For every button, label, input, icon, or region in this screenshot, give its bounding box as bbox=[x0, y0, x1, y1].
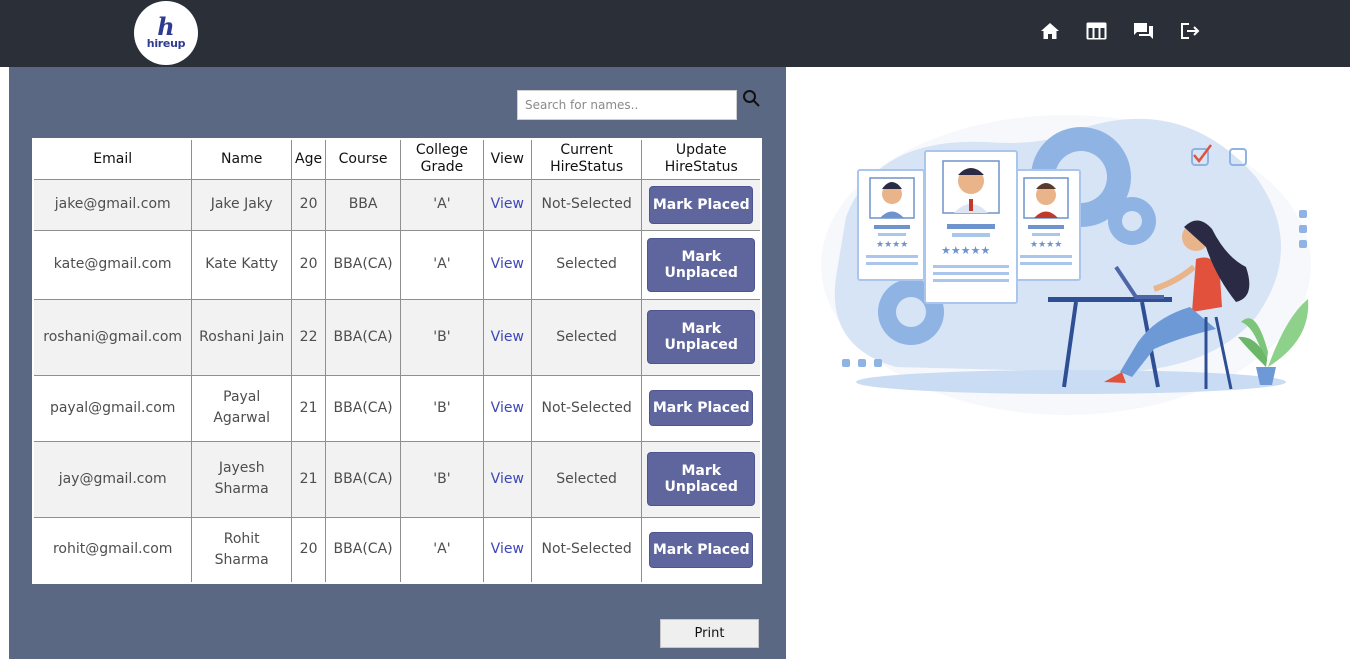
col-header-email: Email bbox=[32, 138, 193, 180]
table-icon[interactable] bbox=[1085, 20, 1108, 42]
resume-cards: ★★★★ ★★★★ ★★★★★ bbox=[857, 150, 1081, 304]
cell-name: Kate Katty bbox=[191, 229, 293, 300]
cell-age: 20 bbox=[291, 229, 327, 300]
col-header-name: Name bbox=[191, 138, 293, 180]
cell-update: Mark Placed bbox=[641, 374, 762, 442]
cell-grade: 'A' bbox=[400, 516, 484, 584]
cell-name: Jayesh Sharma bbox=[191, 440, 293, 518]
cell-name: Jake Jaky bbox=[191, 178, 293, 231]
cell-update: Mark Unplaced bbox=[641, 440, 762, 518]
cell-grade: 'A' bbox=[400, 178, 484, 231]
students-table: Email Name Age Course College Grade View… bbox=[32, 138, 762, 584]
svg-text:★★★★: ★★★★ bbox=[876, 240, 908, 250]
cell-status: Selected bbox=[530, 298, 643, 376]
cell-view: View bbox=[482, 440, 532, 518]
cell-grade: 'A' bbox=[400, 229, 484, 300]
top-navbar: h hireup bbox=[0, 0, 1350, 67]
cell-name: Rohit Sharma bbox=[191, 516, 293, 584]
cell-age: 20 bbox=[291, 516, 327, 584]
logo-mark: h bbox=[157, 12, 175, 41]
search-icon[interactable] bbox=[742, 89, 762, 109]
cell-grade: 'B' bbox=[400, 298, 484, 376]
cell-grade: 'B' bbox=[400, 440, 484, 518]
table-row: roshani@gmail.com Roshani Jain 22 BBA(CA… bbox=[32, 298, 762, 376]
logout-icon[interactable] bbox=[1179, 20, 1202, 42]
cell-view: View bbox=[482, 178, 532, 231]
hireup-logo[interactable]: h hireup bbox=[134, 1, 198, 65]
cell-age: 21 bbox=[291, 440, 327, 518]
view-link[interactable]: View bbox=[491, 329, 524, 345]
table-row: jake@gmail.com Jake Jaky 20 BBA 'A' View… bbox=[32, 178, 762, 231]
col-header-age: Age bbox=[291, 138, 327, 180]
cell-email: rohit@gmail.com bbox=[32, 516, 193, 584]
cell-view: View bbox=[482, 229, 532, 300]
cell-age: 21 bbox=[291, 374, 327, 442]
mark-unplaced-button[interactable]: Mark Unplaced bbox=[647, 310, 756, 364]
cell-email: kate@gmail.com bbox=[32, 229, 193, 300]
cell-status: Selected bbox=[530, 440, 643, 518]
cell-course: BBA bbox=[325, 178, 402, 231]
nav-icons bbox=[1038, 20, 1202, 42]
col-header-status: Current HireStatus bbox=[530, 138, 643, 180]
cell-course: BBA(CA) bbox=[325, 298, 402, 376]
cell-course: BBA(CA) bbox=[325, 374, 402, 442]
print-button[interactable]: Print bbox=[660, 619, 759, 648]
col-header-update: Update HireStatus bbox=[641, 138, 762, 180]
table-row: rohit@gmail.com Rohit Sharma 20 BBA(CA) … bbox=[32, 516, 762, 584]
left-edge bbox=[0, 67, 9, 659]
cell-status: Not-Selected bbox=[530, 374, 643, 442]
cell-course: BBA(CA) bbox=[325, 440, 402, 518]
cell-course: BBA(CA) bbox=[325, 516, 402, 584]
hiring-illustration: ★★★★ ★★★★ ★★★★★ bbox=[821, 115, 1311, 415]
cell-status: Selected bbox=[530, 229, 643, 300]
cell-email: roshani@gmail.com bbox=[32, 298, 193, 376]
cell-update: Mark Unplaced bbox=[641, 229, 762, 300]
view-link[interactable]: View bbox=[491, 256, 524, 272]
mark-unplaced-button[interactable]: Mark Unplaced bbox=[647, 452, 756, 506]
svg-text:★★★★: ★★★★ bbox=[1030, 240, 1062, 250]
cell-email: jake@gmail.com bbox=[32, 178, 193, 231]
cell-age: 22 bbox=[291, 298, 327, 376]
cell-course: BBA(CA) bbox=[325, 229, 402, 300]
chat-icon[interactable] bbox=[1132, 20, 1155, 42]
cell-name: Payal Agarwal bbox=[191, 374, 293, 442]
cell-name: Roshani Jain bbox=[191, 298, 293, 376]
cell-status: Not-Selected bbox=[530, 516, 643, 584]
cell-view: View bbox=[482, 374, 532, 442]
search-input[interactable] bbox=[517, 90, 737, 120]
col-header-grade: College Grade bbox=[400, 138, 484, 180]
logo-text: hireup bbox=[146, 37, 186, 50]
cell-email: payal@gmail.com bbox=[32, 374, 193, 442]
home-icon[interactable] bbox=[1038, 20, 1061, 42]
view-link[interactable]: View bbox=[491, 196, 524, 212]
view-link[interactable]: View bbox=[491, 471, 524, 487]
col-header-view: View bbox=[482, 138, 532, 180]
cell-email: jay@gmail.com bbox=[32, 440, 193, 518]
table-row: jay@gmail.com Jayesh Sharma 21 BBA(CA) '… bbox=[32, 440, 762, 518]
col-header-course: Course bbox=[325, 138, 402, 180]
svg-text:★★★★★: ★★★★★ bbox=[941, 244, 990, 257]
cell-view: View bbox=[482, 298, 532, 376]
table-header-row: Email Name Age Course College Grade View… bbox=[32, 138, 762, 180]
cell-grade: 'B' bbox=[400, 374, 484, 442]
cell-update: Mark Unplaced bbox=[641, 298, 762, 376]
cell-view: View bbox=[482, 516, 532, 584]
mark-unplaced-button[interactable]: Mark Unplaced bbox=[647, 237, 756, 292]
cell-update: Mark Placed bbox=[641, 516, 762, 584]
cell-age: 20 bbox=[291, 178, 327, 231]
view-link[interactable]: View bbox=[491, 541, 524, 557]
cell-status: Not-Selected bbox=[530, 178, 643, 231]
table-row: payal@gmail.com Payal Agarwal 21 BBA(CA)… bbox=[32, 374, 762, 442]
mark-placed-button[interactable]: Mark Placed bbox=[649, 185, 754, 224]
mark-placed-button[interactable]: Mark Placed bbox=[649, 531, 754, 568]
view-link[interactable]: View bbox=[491, 400, 524, 416]
cell-update: Mark Placed bbox=[641, 178, 762, 231]
table-row: kate@gmail.com Kate Katty 20 BBA(CA) 'A'… bbox=[32, 229, 762, 300]
mark-placed-button[interactable]: Mark Placed bbox=[649, 390, 754, 426]
